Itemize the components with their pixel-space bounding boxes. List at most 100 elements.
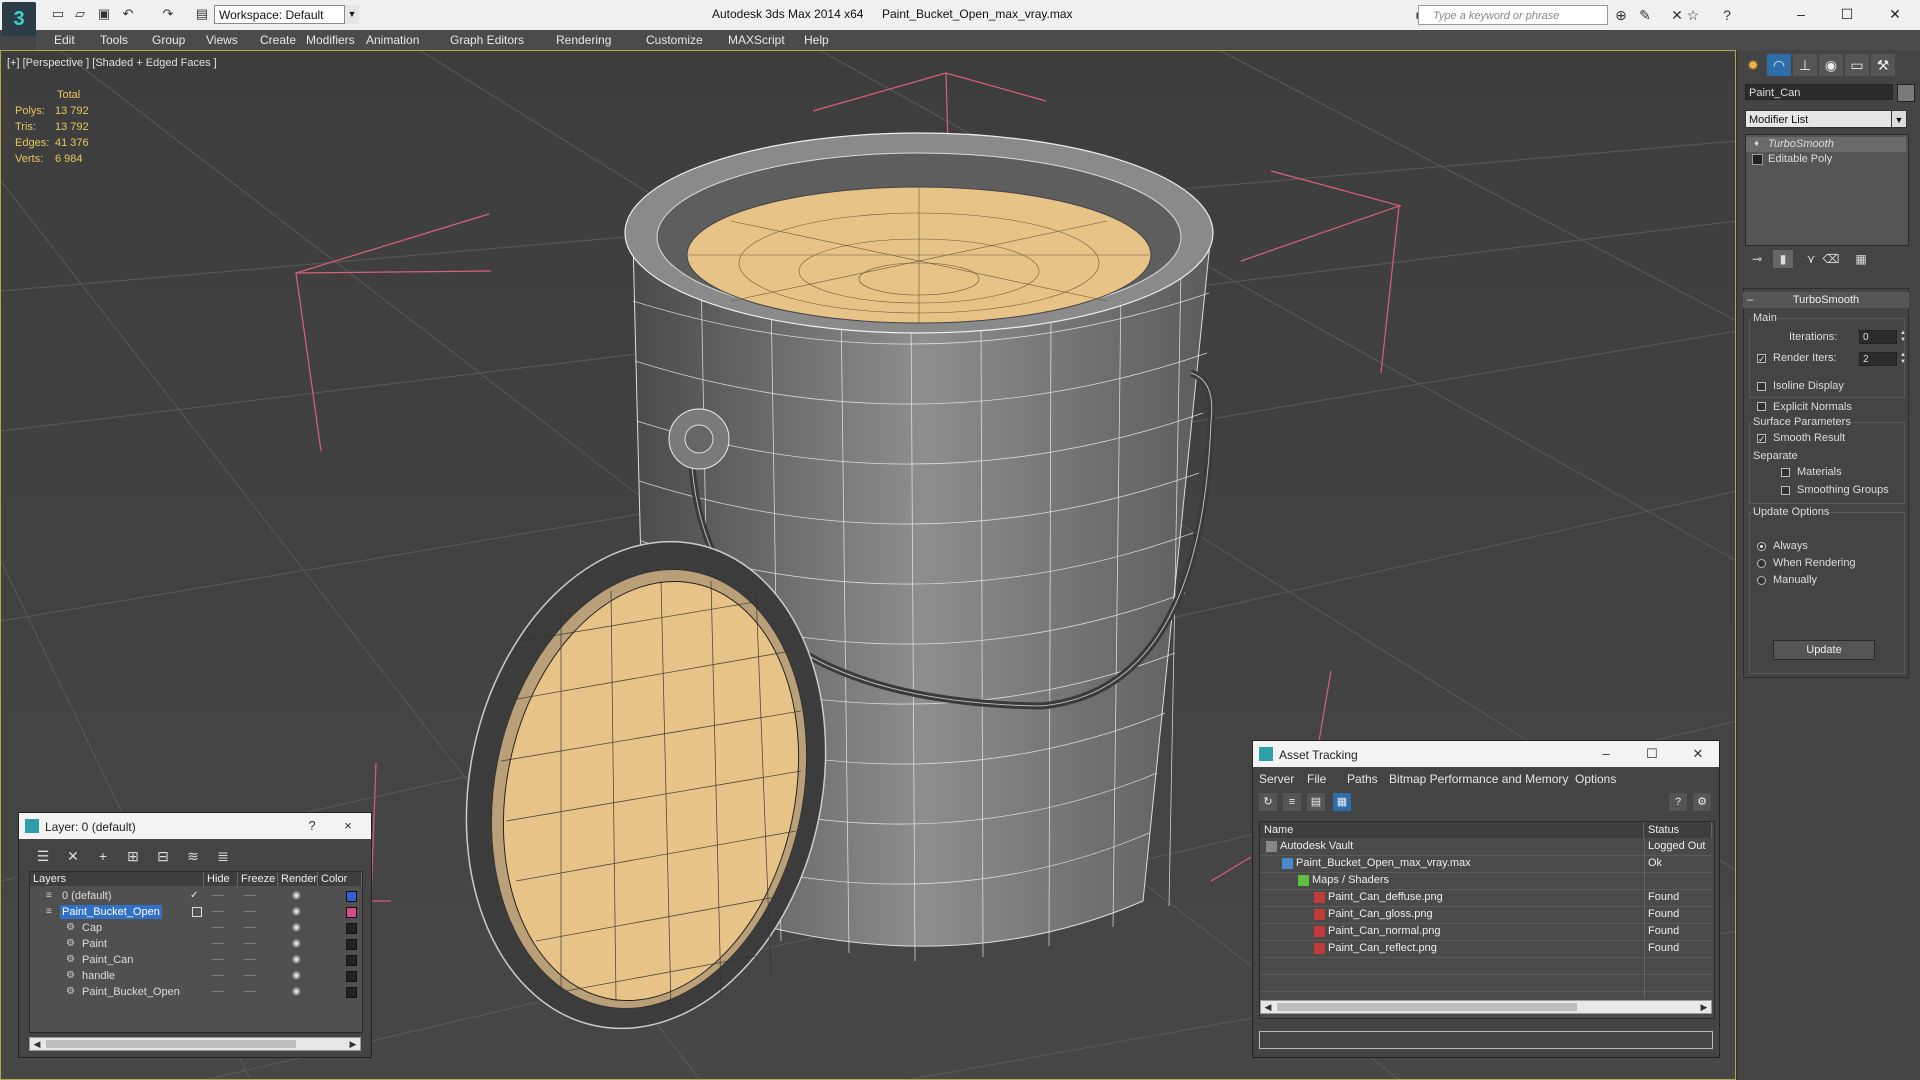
- layer-name[interactable]: Paint_Bucket_Open: [60, 905, 162, 919]
- scroll-left-icon[interactable]: ◀: [1261, 1001, 1275, 1013]
- freeze-all-icon[interactable]: ≣: [213, 847, 233, 865]
- freeze-toggle-icon[interactable]: ——: [244, 936, 256, 952]
- freeze-toggle-icon[interactable]: ——: [244, 984, 256, 1000]
- menu-animation[interactable]: Animation: [366, 33, 419, 47]
- freeze-toggle-icon[interactable]: ——: [244, 968, 256, 984]
- motion-tab-icon[interactable]: ◉: [1819, 54, 1843, 76]
- menu-create[interactable]: Create: [260, 33, 296, 47]
- undo-icon[interactable]: ↶: [120, 6, 136, 22]
- menu-modifiers[interactable]: Modifiers: [306, 33, 355, 47]
- close-button[interactable]: ✕: [1872, 0, 1918, 30]
- stack-item-editable-poly[interactable]: Editable Poly: [1746, 152, 1906, 167]
- scroll-left-icon[interactable]: ◀: [30, 1038, 44, 1050]
- column-header-layers[interactable]: Layers: [30, 872, 204, 886]
- asset-menu-server[interactable]: Server: [1259, 772, 1294, 786]
- maximize-button[interactable]: ☐: [1824, 0, 1870, 30]
- render-iters-spinner[interactable]: 2: [1859, 352, 1897, 366]
- display-tab-icon[interactable]: ▭: [1845, 54, 1869, 76]
- asset-menu-file[interactable]: File: [1307, 772, 1326, 786]
- save-icon[interactable]: ▣: [96, 6, 112, 22]
- render-teapot-icon[interactable]: ◉: [292, 936, 301, 952]
- freeze-toggle-icon[interactable]: ——: [244, 920, 256, 936]
- make-unique-icon[interactable]: ⋎: [1801, 250, 1821, 268]
- explicit-normals-checkbox[interactable]: [1757, 402, 1766, 411]
- smoothing-groups-checkbox[interactable]: [1781, 486, 1790, 495]
- materials-checkbox[interactable]: [1781, 468, 1790, 477]
- rollout-header[interactable]: – TurboSmooth: [1743, 292, 1909, 308]
- set-current-icon[interactable]: [192, 907, 202, 917]
- chevron-down-icon[interactable]: ▼: [1891, 110, 1907, 128]
- layer-name[interactable]: Paint: [80, 937, 109, 951]
- smooth-result-checkbox[interactable]: ✓: [1757, 434, 1766, 444]
- update-option-radio[interactable]: [1757, 542, 1766, 551]
- table-view-icon[interactable]: ▦: [1333, 793, 1351, 811]
- minimize-button[interactable]: –: [1778, 0, 1824, 30]
- hide-toggle-icon[interactable]: ——: [212, 952, 224, 968]
- open-file-icon[interactable]: ▱: [72, 6, 88, 22]
- collapse-icon[interactable]: –: [1747, 292, 1753, 308]
- asset-menu-options[interactable]: Options: [1575, 772, 1616, 786]
- maximize-button[interactable]: ☐: [1639, 744, 1665, 764]
- layer-row[interactable]: ⚙ Paint_Can —— —— ◉: [30, 952, 362, 968]
- modifier-list-dropdown[interactable]: Modifier List: [1745, 110, 1907, 128]
- render-iters-checkbox[interactable]: ✓: [1757, 354, 1766, 364]
- app-logo-icon[interactable]: 3: [2, 2, 36, 36]
- hierarchy-tab-icon[interactable]: ⊥: [1793, 54, 1817, 76]
- layer-color-swatch[interactable]: [346, 987, 357, 998]
- menu-customize[interactable]: Customize: [646, 33, 703, 47]
- search-input[interactable]: Type a keyword or phrase: [1418, 5, 1608, 25]
- iterations-spinner[interactable]: 0: [1859, 330, 1897, 344]
- help-icon[interactable]: ?: [1669, 793, 1687, 811]
- subscription-icon[interactable]: ✎: [1636, 6, 1654, 24]
- asset-menu-bitmap-performance-and-memory[interactable]: Bitmap Performance and Memory: [1389, 772, 1568, 786]
- column-header-status[interactable]: Status: [1644, 822, 1712, 838]
- scroll-right-icon[interactable]: ▶: [346, 1038, 360, 1050]
- redo-icon[interactable]: ↷: [160, 6, 176, 22]
- hide-toggle-icon[interactable]: ——: [212, 904, 224, 920]
- layer-color-swatch[interactable]: [346, 955, 357, 966]
- horizontal-scrollbar[interactable]: ◀ ▶: [1260, 1000, 1712, 1014]
- active-layer-check-icon[interactable]: ✓: [190, 888, 198, 904]
- create-tab-icon[interactable]: ✹: [1741, 54, 1765, 76]
- settings-icon[interactable]: ⚙: [1693, 793, 1711, 811]
- layer-row[interactable]: ≡ 0 (default) ✓ —— —— ◉: [30, 888, 362, 904]
- spinner-arrows-icon[interactable]: ▲ ▼: [1899, 330, 1907, 344]
- column-header-hide[interactable]: Hide: [204, 872, 238, 886]
- render-teapot-icon[interactable]: ◉: [292, 952, 301, 968]
- render-teapot-icon[interactable]: ◉: [292, 888, 301, 904]
- layer-row[interactable]: ⚙ Paint —— —— ◉: [30, 936, 362, 952]
- chevron-down-icon[interactable]: ▼: [344, 5, 359, 24]
- layer-name[interactable]: Paint_Can: [80, 953, 135, 967]
- list-view-icon[interactable]: ≡: [1283, 793, 1301, 811]
- render-teapot-icon[interactable]: ◉: [292, 904, 301, 920]
- update-button[interactable]: Update: [1773, 640, 1875, 660]
- render-teapot-icon[interactable]: ◉: [292, 968, 301, 984]
- layer-name[interactable]: 0 (default): [60, 889, 114, 903]
- delete-layer-icon[interactable]: ✕: [63, 847, 83, 865]
- layer-row[interactable]: ⚙ handle —— —— ◉: [30, 968, 362, 984]
- viewport-label[interactable]: [+] [Perspective ] [Shaded + Edged Faces…: [7, 57, 217, 69]
- column-header-render[interactable]: Render: [278, 872, 318, 886]
- minimize-button[interactable]: –: [1593, 744, 1619, 764]
- menu-maxscript[interactable]: MAXScript: [728, 33, 785, 47]
- create-layer-icon[interactable]: ☰: [33, 847, 53, 865]
- menu-views[interactable]: Views: [206, 33, 238, 47]
- binoculars-icon[interactable]: ⊕: [1612, 6, 1630, 24]
- menu-rendering[interactable]: Rendering: [556, 33, 611, 47]
- favorites-icon[interactable]: ☆: [1684, 6, 1702, 24]
- menu-edit[interactable]: Edit: [54, 33, 75, 47]
- dialog-title-bar[interactable]: Layer: 0 (default) ? ×: [19, 813, 371, 839]
- show-end-result-icon[interactable]: ▮: [1773, 250, 1793, 268]
- help-icon[interactable]: ?: [1718, 6, 1736, 24]
- workspace-select[interactable]: Workspace: Default: [214, 5, 358, 24]
- close-button[interactable]: ×: [335, 816, 361, 836]
- render-teapot-icon[interactable]: ◉: [292, 984, 301, 1000]
- freeze-toggle-icon[interactable]: ——: [244, 952, 256, 968]
- configure-sets-icon[interactable]: ▦: [1851, 250, 1871, 268]
- menu-graph-editors[interactable]: Graph Editors: [450, 33, 524, 47]
- layer-name[interactable]: handle: [80, 969, 117, 983]
- pin-stack-icon[interactable]: ⊸: [1747, 250, 1767, 268]
- layer-color-swatch[interactable]: [346, 971, 357, 982]
- remove-modifier-icon[interactable]: ⌫: [1821, 250, 1841, 268]
- hide-toggle-icon[interactable]: ——: [212, 936, 224, 952]
